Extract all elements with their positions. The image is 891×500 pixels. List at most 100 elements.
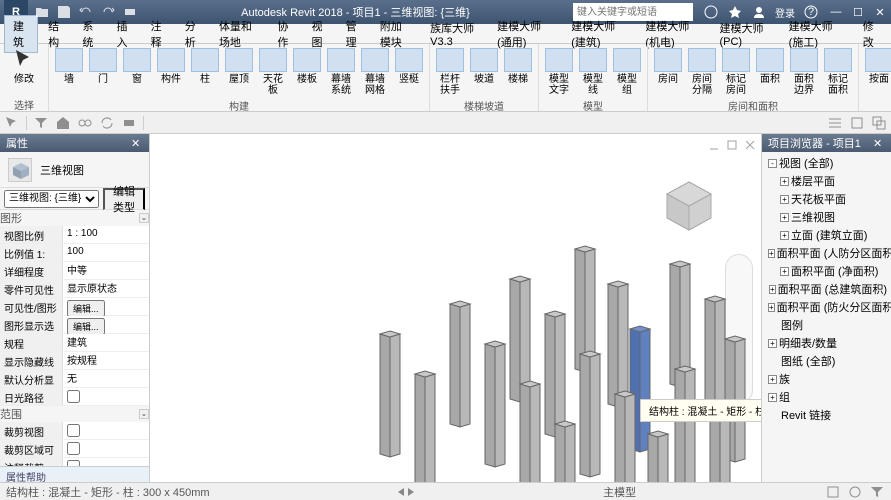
tree-item[interactable]: +族 [764, 370, 889, 388]
prop-value-input[interactable] [67, 354, 145, 365]
tree-toggle-icon[interactable]: + [768, 303, 775, 312]
chain-icon[interactable] [77, 115, 93, 131]
tree-toggle-icon[interactable]: + [780, 177, 789, 186]
structural-column[interactable] [608, 281, 628, 407]
ribbon-btn-房间[interactable]: 房间 [652, 46, 684, 87]
ribbon-btn-面积[interactable]: 面积 [754, 46, 786, 87]
edit-button[interactable]: 编辑... [67, 318, 105, 335]
prop-checkbox[interactable] [67, 442, 80, 455]
ribbon-btn-标记面积[interactable]: 标记面积 [822, 46, 854, 98]
tree-toggle-icon[interactable]: + [780, 213, 789, 222]
tree-toggle-icon[interactable]: + [780, 231, 789, 240]
structural-column[interactable] [648, 431, 668, 482]
prop-checkbox[interactable] [67, 424, 80, 437]
ribbon-btn-栏杆扶手[interactable]: 栏杆扶手 [434, 46, 466, 98]
edit-button[interactable]: 编辑... [67, 300, 105, 317]
ribbon-btn-标记房间[interactable]: 标记房间 [720, 46, 752, 98]
tree-item[interactable]: +立面 (建筑立面) [764, 226, 889, 244]
prop-value-input[interactable] [67, 264, 145, 275]
select-links-icon[interactable] [825, 484, 841, 500]
structural-column[interactable] [675, 366, 695, 482]
open-icon[interactable] [34, 4, 50, 20]
structural-column[interactable] [485, 341, 505, 467]
tree-toggle-icon[interactable]: + [780, 195, 789, 204]
structural-column[interactable] [545, 311, 565, 437]
tree-item[interactable]: Revit 链接 [764, 406, 889, 424]
ribbon-btn-构件[interactable]: 构件 [155, 46, 187, 87]
prop-value-input[interactable] [67, 336, 145, 347]
save-icon[interactable] [56, 4, 72, 20]
close-icon[interactable]: ✕ [873, 137, 885, 149]
ribbon-btn-墙[interactable]: 墙 [53, 46, 85, 87]
statusbar-workset[interactable]: 主模型 [603, 484, 636, 500]
redo-icon[interactable] [100, 4, 116, 20]
tree-item[interactable]: +面积平面 (总建筑面积) [764, 280, 889, 298]
tree-item[interactable]: +天花板平面 [764, 190, 889, 208]
filter-status-icon[interactable] [869, 484, 885, 500]
ribbon-btn-面积边界[interactable]: 面积边界 [788, 46, 820, 98]
ribbon-btn-模型文字[interactable]: 模型文字 [543, 46, 575, 98]
tree-item[interactable]: +明细表/数量 [764, 334, 889, 352]
ribbon-btn-按面[interactable]: 按面 [863, 46, 891, 87]
tree-item[interactable]: +面积平面 (防火分区面积) [764, 298, 889, 316]
tree-item[interactable]: +楼层平面 [764, 172, 889, 190]
tree-item[interactable]: +面积平面 (人防分区面积) [764, 244, 889, 262]
structural-column[interactable] [415, 371, 435, 482]
tree-toggle-icon[interactable]: + [768, 249, 775, 258]
prop-value-input[interactable] [67, 372, 145, 383]
modify-icon[interactable] [4, 115, 20, 131]
tree-item[interactable]: +面积平面 (净面积) [764, 262, 889, 280]
structural-column[interactable] [520, 381, 540, 482]
home-icon[interactable] [55, 115, 71, 131]
thin-lines-icon[interactable] [827, 115, 843, 131]
tree-toggle-icon[interactable]: + [768, 393, 777, 402]
ribbon-btn-模型线[interactable]: 模型线 [577, 46, 609, 98]
expander-icon[interactable]: ⌄ [139, 213, 149, 223]
ribbon-btn-窗[interactable]: 窗 [121, 46, 153, 87]
close-icon[interactable]: ✕ [131, 137, 143, 149]
tree-item[interactable]: 图例 [764, 316, 889, 334]
modify-button[interactable]: 修改 [4, 46, 44, 87]
ribbon-btn-坡道[interactable]: 坡道 [468, 46, 500, 87]
ribbon-btn-门[interactable]: 门 [87, 46, 119, 87]
print-icon[interactable] [121, 115, 137, 131]
view-canvas[interactable]: 结构柱 : 混凝土 - 矩形 - 柱 : 300 x 450mm [150, 134, 761, 482]
prop-value-input[interactable] [67, 246, 145, 257]
scroll-right-icon[interactable] [408, 488, 414, 496]
tree-toggle-icon[interactable]: + [768, 339, 777, 348]
properties-help-link[interactable]: 属性帮助 [0, 466, 149, 482]
print-icon[interactable] [122, 4, 138, 20]
edit-type-button[interactable]: 编辑类型 [103, 188, 145, 210]
filter-icon[interactable] [33, 115, 49, 131]
ribbon-btn-竖梃[interactable]: 竖梃 [393, 46, 425, 87]
tree-toggle-icon[interactable]: + [780, 267, 789, 276]
ribbon-btn-房间分隔[interactable]: 房间分隔 [686, 46, 718, 98]
structural-column[interactable] [580, 351, 600, 477]
ribbon-btn-天花板[interactable]: 天花板 [257, 46, 289, 98]
ribbon-btn-柱[interactable]: 柱 [189, 46, 221, 87]
structural-column[interactable] [450, 301, 470, 427]
undo-icon[interactable] [78, 4, 94, 20]
select-pinned-icon[interactable] [847, 484, 863, 500]
ribbon-btn-楼梯[interactable]: 楼梯 [502, 46, 534, 87]
ribbon-btn-幕墙系统[interactable]: 幕墙系统 [325, 46, 357, 98]
structural-column[interactable] [615, 391, 635, 482]
tree-toggle-icon[interactable]: + [768, 375, 777, 384]
ribbon-btn-幕墙网格[interactable]: 幕墙网格 [359, 46, 391, 98]
tree-toggle-icon[interactable]: + [769, 285, 776, 294]
tree-toggle-icon[interactable]: - [768, 159, 777, 168]
switch-windows-icon[interactable] [871, 115, 887, 131]
ribbon-btn-模型组[interactable]: 模型组 [611, 46, 643, 98]
sync-icon[interactable] [99, 115, 115, 131]
structural-column[interactable] [380, 331, 400, 457]
tree-item[interactable]: +组 [764, 388, 889, 406]
tree-item[interactable]: -视图 (全部) [764, 154, 889, 172]
structural-column[interactable] [555, 421, 575, 482]
prop-value-input[interactable] [67, 282, 145, 293]
tree-item[interactable]: 图纸 (全部) [764, 352, 889, 370]
ribbon-btn-楼板[interactable]: 楼板 [291, 46, 323, 87]
tree-item[interactable]: +三维视图 [764, 208, 889, 226]
close-hidden-icon[interactable] [849, 115, 865, 131]
expander-icon[interactable]: ⌄ [139, 409, 149, 419]
prop-checkbox[interactable] [67, 390, 80, 403]
